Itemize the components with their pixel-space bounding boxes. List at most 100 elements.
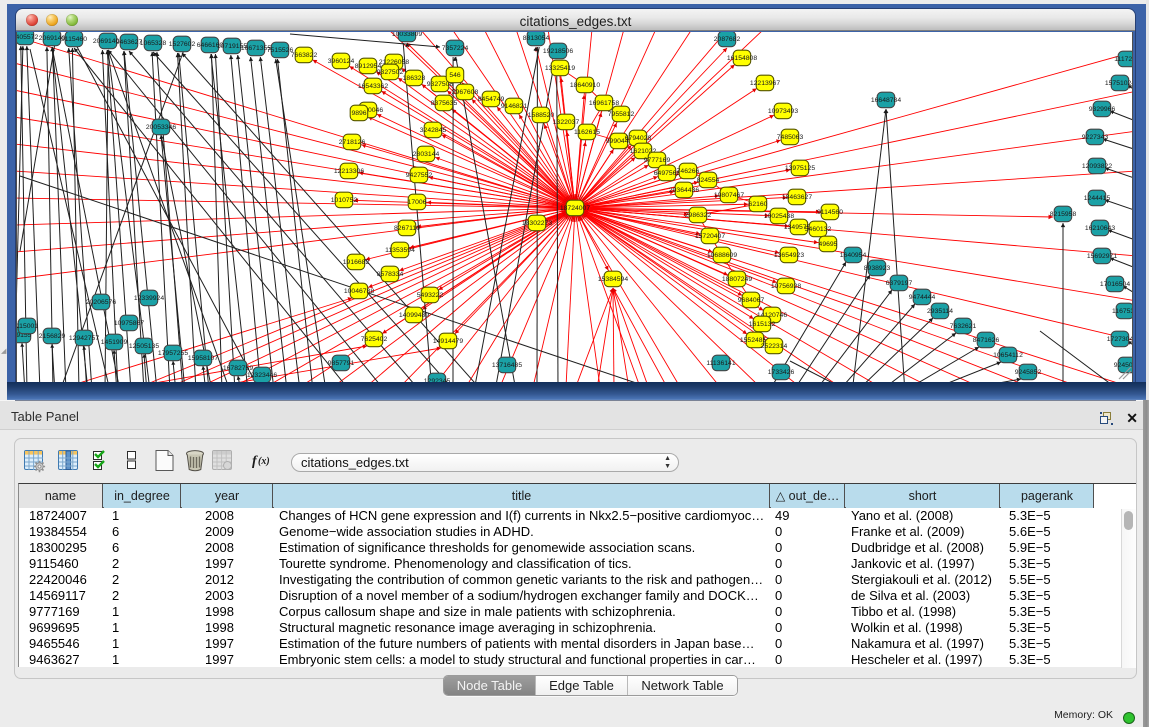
svg-text:18302273: 18302273 [522, 220, 552, 227]
svg-text:8215958: 8215958 [1050, 211, 1077, 218]
svg-text:5493222: 5493222 [417, 292, 444, 299]
svg-text:16543362: 16543362 [358, 83, 388, 90]
svg-text:2718126: 2718126 [339, 139, 366, 146]
svg-text:18807249: 18807249 [722, 276, 752, 283]
svg-text:7485063: 7485063 [777, 134, 804, 141]
svg-text:7955812: 7955812 [608, 111, 635, 118]
svg-text:7515526: 7515526 [267, 47, 294, 54]
svg-text:1167533: 1167533 [1112, 308, 1133, 315]
svg-text:10688609: 10688609 [707, 252, 737, 259]
svg-text:19218506: 19218506 [543, 48, 573, 55]
svg-text:3242845: 3242845 [420, 127, 447, 134]
svg-text:15751024: 15751024 [1105, 80, 1133, 87]
svg-text:3960124: 3960124 [328, 58, 355, 65]
svg-text:1322037: 1322037 [553, 119, 580, 126]
svg-text:115001: 115001 [17, 323, 38, 330]
svg-text:17016504: 17016504 [1100, 281, 1130, 288]
svg-text:9114560: 9114560 [817, 209, 843, 216]
svg-text:1640954: 1640954 [840, 252, 867, 259]
svg-text:12213306: 12213306 [334, 168, 364, 175]
svg-text:1117269: 1117269 [1114, 56, 1133, 63]
svg-text:17006: 17006 [408, 199, 427, 206]
svg-text:14099489: 14099489 [399, 312, 429, 319]
svg-text:20364436: 20364436 [669, 187, 699, 194]
svg-text:10033809: 10033809 [392, 32, 422, 38]
svg-text:7632621: 7632621 [950, 323, 977, 330]
svg-text:12323446: 12323446 [247, 372, 277, 379]
svg-text:8578334: 8578334 [377, 271, 404, 278]
svg-text:16782759: 16782759 [223, 365, 253, 372]
svg-text:8267110: 8267110 [394, 225, 420, 232]
svg-text:12093822: 12093822 [1082, 163, 1112, 170]
svg-text:6794028: 6794028 [625, 135, 652, 142]
svg-text:7625402: 7625402 [361, 336, 388, 343]
svg-text:10807467: 10807467 [714, 192, 744, 199]
svg-text:20206576: 20206576 [86, 299, 116, 306]
svg-text:9427552: 9427552 [406, 172, 433, 179]
svg-text:16154808: 16154808 [727, 55, 757, 62]
svg-text:12339924: 12339924 [134, 295, 164, 302]
svg-text:15692971: 15692971 [1087, 253, 1117, 260]
svg-text:18463627: 18463627 [782, 194, 812, 201]
svg-text:9146821: 9146821 [501, 103, 528, 110]
svg-text:9463627: 9463627 [116, 39, 143, 46]
svg-text:1727304: 1727304 [1107, 336, 1133, 343]
svg-text:20053346: 20053346 [146, 124, 176, 131]
svg-text:15384594: 15384594 [598, 276, 628, 283]
svg-text:1916682: 1916682 [343, 259, 370, 266]
svg-text:2986322: 2986322 [685, 212, 712, 219]
svg-text:6379197: 6379197 [886, 280, 913, 287]
svg-text:9115460: 9115460 [61, 36, 87, 43]
svg-text:16210643: 16210643 [1085, 225, 1115, 232]
svg-text:15720407: 15720407 [695, 233, 725, 240]
svg-text:186328: 186328 [403, 75, 426, 82]
svg-text:7357224: 7357224 [442, 45, 469, 52]
svg-text:1527602: 1527602 [169, 41, 196, 48]
svg-text:9245852: 9245852 [1015, 369, 1042, 376]
svg-text:2803144: 2803144 [413, 151, 440, 158]
svg-text:7663822: 7663822 [291, 52, 318, 59]
svg-text:2522314: 2522314 [761, 343, 788, 350]
svg-text:10654112: 10654112 [993, 352, 1023, 359]
svg-text:9327502: 9327502 [377, 69, 404, 76]
svg-text:9857791: 9857791 [328, 360, 355, 367]
svg-text:824554: 824554 [697, 177, 720, 184]
svg-text:11353594: 11353594 [385, 247, 415, 254]
svg-text:10973493: 10973493 [768, 108, 798, 115]
svg-text:10975867: 10975867 [114, 320, 144, 327]
svg-text:1588520: 1588520 [528, 112, 555, 119]
svg-text:1010752: 1010752 [331, 197, 358, 204]
svg-text:(x): (x) [258, 456, 270, 467]
svg-text:2087682: 2087682 [714, 36, 741, 43]
svg-text:16648784: 16648784 [871, 97, 901, 104]
svg-text:8454749: 8454749 [478, 96, 505, 103]
svg-text:1065328: 1065328 [140, 40, 167, 47]
svg-text:9896: 9896 [351, 110, 366, 117]
svg-text:8375635: 8375635 [431, 100, 458, 107]
svg-text:9474444: 9474444 [909, 294, 936, 301]
svg-text:9777169: 9777169 [644, 157, 671, 164]
svg-text:14914479: 14914479 [433, 338, 463, 345]
svg-text:13716485: 13716485 [492, 362, 522, 369]
svg-text:9684067: 9684067 [738, 297, 765, 304]
svg-text:2967608: 2967608 [452, 89, 479, 96]
svg-text:2156829: 2156829 [39, 333, 66, 340]
svg-text:9227343: 9227343 [1082, 134, 1109, 141]
svg-text:62160: 62160 [749, 201, 768, 208]
svg-text:18724007: 18724007 [560, 205, 590, 212]
svg-text:746266: 746266 [677, 168, 700, 175]
svg-text:12505135: 12505135 [129, 343, 159, 350]
svg-text:13975125: 13975125 [785, 165, 815, 172]
svg-text:5460132: 5460132 [805, 226, 832, 233]
svg-text:1733426: 1733426 [768, 369, 795, 376]
svg-text:1405572: 1405572 [17, 34, 38, 41]
svg-text:1615132: 1615132 [749, 321, 776, 328]
svg-text:8938923: 8938923 [864, 265, 891, 272]
svg-text:18640910: 18640910 [570, 82, 600, 89]
svg-text:11136141: 11136141 [706, 360, 735, 367]
svg-text:17957255: 17957255 [158, 350, 188, 357]
svg-text:12942757: 12942757 [69, 335, 99, 342]
svg-text:13325419: 13325419 [545, 65, 575, 72]
svg-text:49695: 49695 [819, 241, 838, 248]
svg-text:1451909: 1451909 [101, 339, 128, 346]
